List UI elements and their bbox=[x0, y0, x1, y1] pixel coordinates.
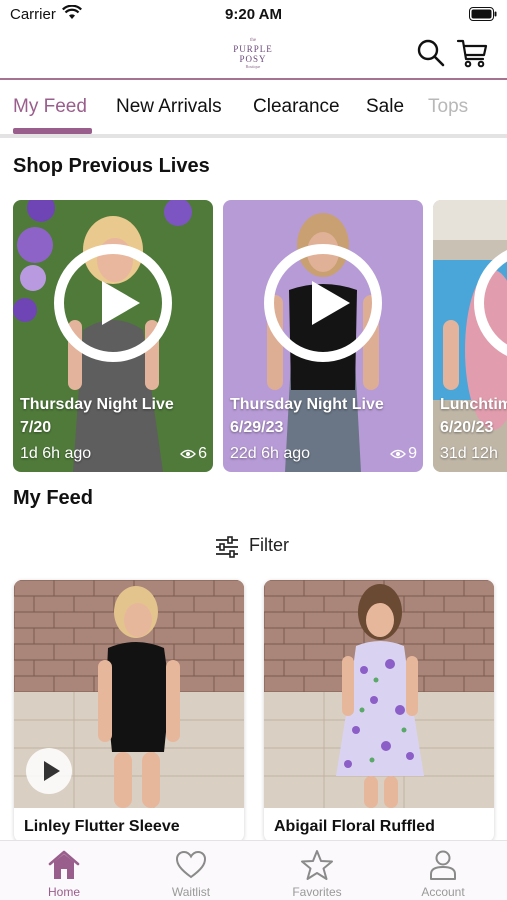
live-time-ago: 1d 6h ago bbox=[20, 445, 92, 462]
nav-favorites[interactable]: Favorites bbox=[267, 845, 367, 900]
nav-label-account: Account bbox=[421, 885, 465, 899]
product-name: Linley Flutter Sleeve bbox=[24, 818, 180, 835]
tab-new-arrivals[interactable]: New Arrivals bbox=[116, 96, 222, 118]
tab-tops[interactable]: Tops bbox=[428, 96, 468, 118]
play-triangle bbox=[312, 281, 350, 325]
home-icon bbox=[48, 850, 80, 879]
person-icon bbox=[430, 850, 456, 880]
product-name: Abigail Floral Ruffled bbox=[274, 818, 435, 835]
nav-label-waitlist: Waitlist bbox=[171, 885, 211, 899]
nav-label-home: Home bbox=[47, 885, 80, 899]
logo-text-line2: POSY bbox=[239, 54, 267, 64]
live-views-count: 6 bbox=[198, 445, 207, 462]
nav-home[interactable]: Home bbox=[14, 845, 114, 900]
nav-account[interactable]: Account bbox=[393, 845, 493, 900]
live-views-count: 9 bbox=[408, 445, 417, 462]
nav-waitlist[interactable]: Waitlist bbox=[141, 845, 241, 900]
live-date: 6/29/23 bbox=[230, 419, 284, 436]
live-date: 6/20/23 bbox=[440, 419, 494, 436]
eye-icon bbox=[180, 449, 197, 458]
sliders-icon bbox=[216, 536, 238, 558]
product-card[interactable]: Abigail Floral Ruffled bbox=[264, 580, 494, 842]
live-card[interactable]: Lunchtime 6/20/23 31d 12h bbox=[433, 200, 507, 472]
category-tabs: My Feed New Arrivals Clearance Sale Tops bbox=[0, 82, 507, 138]
app-header: the PURPLE POSY Boutique bbox=[0, 30, 507, 80]
live-title: Lunchtime bbox=[440, 396, 507, 413]
section-title-my-feed: My Feed bbox=[13, 487, 94, 509]
active-tab-indicator bbox=[13, 128, 92, 134]
product-card[interactable]: Linley Flutter Sleeve bbox=[14, 580, 244, 842]
live-date: 7/20 bbox=[20, 419, 52, 436]
bottom-navigation: Home Waitlist Favorites Account bbox=[0, 840, 507, 900]
status-bar: Carrier 9:20 AM bbox=[0, 0, 507, 30]
nav-label-favorites: Favorites bbox=[292, 885, 342, 899]
search-icon[interactable] bbox=[416, 38, 446, 68]
clock: 9:20 AM bbox=[225, 6, 282, 23]
tab-my-feed[interactable]: My Feed bbox=[13, 96, 87, 118]
live-title: Thursday Night Live bbox=[230, 396, 384, 413]
tab-clearance[interactable]: Clearance bbox=[253, 96, 340, 118]
play-icon bbox=[44, 761, 60, 781]
battery-icon bbox=[469, 7, 497, 21]
heart-icon bbox=[175, 850, 207, 879]
logo-text-sub: Boutique bbox=[245, 64, 261, 69]
live-card[interactable]: Thursday Night Live 7/20 1d 6h ago 6 bbox=[13, 200, 213, 472]
section-title-previous-lives: Shop Previous Lives bbox=[13, 155, 210, 177]
product-image bbox=[264, 580, 494, 808]
live-card[interactable]: Thursday Night Live 6/29/23 22d 6h ago 9 bbox=[223, 200, 423, 472]
eye-icon bbox=[390, 449, 407, 458]
cart-icon[interactable] bbox=[456, 37, 488, 69]
star-icon bbox=[301, 850, 333, 880]
previous-lives-carousel[interactable]: Thursday Night Live 7/20 1d 6h ago 6 Thu… bbox=[0, 200, 507, 472]
filter-label: Filter bbox=[249, 535, 289, 555]
live-title: Thursday Night Live bbox=[20, 396, 174, 413]
tab-sale[interactable]: Sale bbox=[366, 96, 404, 118]
live-time-ago: 22d 6h ago bbox=[230, 445, 311, 462]
live-views: 6 bbox=[180, 445, 207, 463]
live-time-ago: 31d 12h bbox=[440, 445, 498, 462]
play-triangle bbox=[102, 281, 140, 325]
live-views: 9 bbox=[390, 445, 417, 463]
video-play-button[interactable] bbox=[26, 748, 72, 794]
brand-logo[interactable]: the PURPLE POSY Boutique bbox=[224, 38, 282, 74]
logo-text-line1: PURPLE bbox=[233, 44, 273, 54]
